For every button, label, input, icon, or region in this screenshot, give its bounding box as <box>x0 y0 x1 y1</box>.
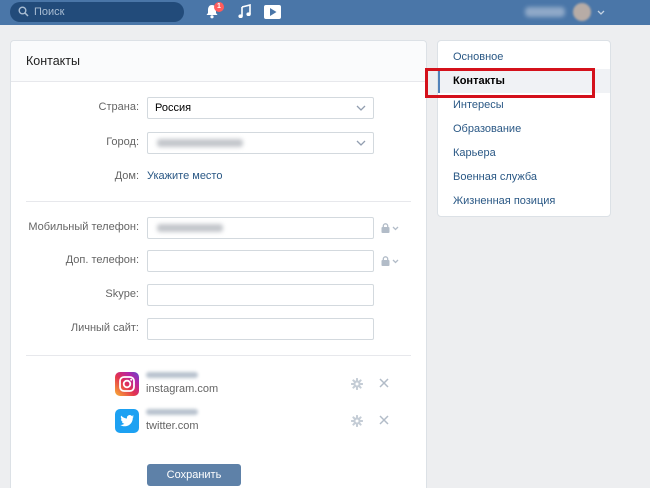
extra-phone-field[interactable] <box>147 250 374 272</box>
search-placeholder: Поиск <box>34 6 65 18</box>
menu-item-label: Военная служба <box>453 171 538 183</box>
chevron-down-icon <box>356 105 366 111</box>
lock-privacy-icon[interactable] <box>381 223 401 233</box>
menu-item-general[interactable]: Основное <box>438 45 610 69</box>
city-label: Город: <box>106 136 139 148</box>
chevron-down-icon <box>356 140 366 146</box>
lock-privacy-icon[interactable] <box>381 256 401 266</box>
menu-item-life-position[interactable]: Жизненная позиция <box>438 189 610 213</box>
service-item-instagram: instagram.com <box>115 371 395 397</box>
country-value: Россия <box>155 102 192 114</box>
divider <box>26 355 411 356</box>
chevron-down-icon[interactable] <box>597 10 605 15</box>
top-header: Поиск 1 <box>0 0 650 25</box>
card-header: Контакты <box>11 41 426 82</box>
instagram-username-redacted <box>146 372 198 378</box>
extra-phone-row: Доп. телефон: <box>11 250 426 272</box>
home-row: Дом: Укажите место <box>11 166 426 188</box>
menu-item-label: Жизненная позиция <box>453 195 556 207</box>
mobile-phone-field[interactable] <box>147 217 374 239</box>
gear-icon[interactable] <box>351 415 363 427</box>
country-row: Страна: Россия <box>11 97 426 119</box>
country-label: Страна: <box>98 101 139 113</box>
close-icon[interactable] <box>379 378 389 388</box>
menu-item-label: Интересы <box>453 99 504 111</box>
twitter-service-name: twitter.com <box>146 420 199 432</box>
mobile-phone-value-redacted <box>157 224 223 232</box>
skype-label: Skype: <box>105 288 139 300</box>
twitter-icon <box>115 409 139 433</box>
close-icon[interactable] <box>379 415 389 425</box>
menu-item-label: Карьера <box>453 147 496 159</box>
home-label: Дом: <box>114 170 139 182</box>
search-input[interactable]: Поиск <box>10 2 184 22</box>
country-select[interactable]: Россия <box>147 97 374 119</box>
search-icon <box>18 6 29 17</box>
page-title: Контакты <box>26 54 80 68</box>
city-row: Город: <box>11 132 426 154</box>
divider <box>26 201 411 202</box>
gear-icon[interactable] <box>351 378 363 390</box>
mobile-phone-row: Мобильный телефон: <box>11 217 426 239</box>
mobile-phone-label: Мобильный телефон: <box>28 221 139 233</box>
menu-item-education[interactable]: Образование <box>438 117 610 141</box>
personal-site-label: Личный сайт: <box>70 322 139 334</box>
music-icon[interactable] <box>238 4 252 19</box>
city-value-redacted <box>157 139 243 147</box>
notification-badge: 1 <box>214 2 224 12</box>
contacts-card: Контакты Страна: Россия Город: Дом: Укаж… <box>10 40 427 488</box>
twitter-username-redacted <box>146 409 198 415</box>
home-location-link[interactable]: Укажите место <box>147 170 222 182</box>
personal-site-row: Личный сайт: <box>11 318 426 340</box>
extra-phone-label: Доп. телефон: <box>65 254 139 266</box>
menu-item-label: Основное <box>453 51 504 63</box>
personal-site-field[interactable] <box>147 318 374 340</box>
user-name[interactable] <box>525 7 565 17</box>
instagram-service-name: instagram.com <box>146 383 219 395</box>
highlight-annotation-box <box>425 68 595 98</box>
menu-item-career[interactable]: Карьера <box>438 141 610 165</box>
menu-item-military[interactable]: Военная служба <box>438 165 610 189</box>
skype-row: Skype: <box>11 284 426 306</box>
service-item-twitter: twitter.com <box>115 408 395 434</box>
city-select[interactable] <box>147 132 374 154</box>
menu-item-label: Образование <box>453 123 522 135</box>
video-play-icon[interactable] <box>264 5 281 19</box>
avatar[interactable] <box>573 3 591 21</box>
settings-side-menu: Основное Контакты Интересы Образование К… <box>437 40 611 217</box>
save-button[interactable]: Сохранить <box>147 464 241 486</box>
instagram-icon <box>115 372 139 396</box>
skype-field[interactable] <box>147 284 374 306</box>
